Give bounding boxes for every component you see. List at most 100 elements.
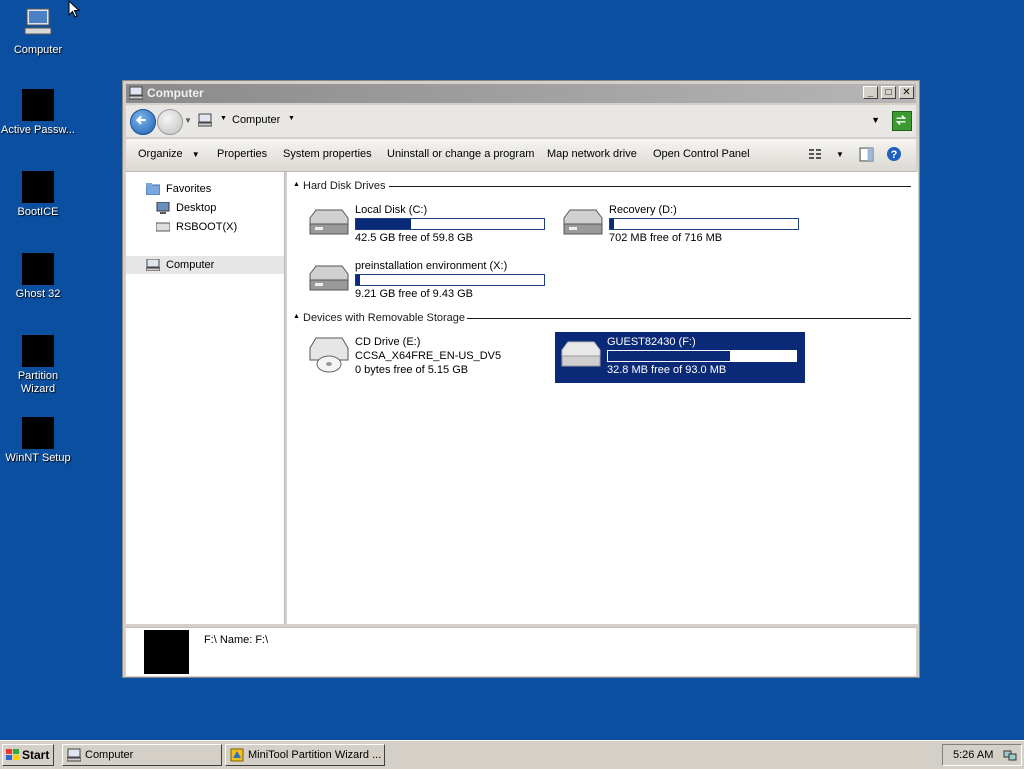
map-network-drive-button[interactable]: Map network drive — [547, 148, 637, 160]
desktop-icon-active-password[interactable]: Active Passw... — [0, 89, 76, 137]
network-icon[interactable] — [1003, 748, 1017, 762]
address-dropdown-icon[interactable]: ▼ — [871, 115, 880, 125]
drive-free-space: 32.8 MB free of 93.0 MB — [607, 364, 727, 376]
organize-label: Organize — [138, 148, 183, 160]
desktop-icon-label: BootICE — [17, 206, 59, 218]
chevron-down-icon: ▼ — [191, 150, 200, 159]
maximize-button[interactable]: □ — [881, 86, 896, 99]
drive-free-space: 702 MB free of 716 MB — [609, 232, 723, 244]
nav-label: Computer — [166, 259, 215, 271]
uninstall-button[interactable]: Uninstall or change a program — [387, 148, 534, 160]
back-button[interactable] — [130, 109, 156, 135]
drive-free-space: 0 bytes free of 5.15 GB — [355, 364, 469, 376]
view-dropdown-icon[interactable]: ▼ — [836, 150, 844, 159]
desktop-icon-computer[interactable]: Computer — [0, 6, 76, 57]
drive-thumbnail — [144, 630, 189, 674]
forward-button[interactable] — [157, 109, 183, 135]
app-icon — [22, 417, 54, 449]
drive-name: Recovery (D:) — [609, 204, 677, 216]
hard-drive-icon — [563, 209, 603, 235]
desktop-icon-label: WinNT Setup — [5, 452, 71, 464]
refresh-button[interactable] — [892, 111, 912, 131]
breadcrumb-chevron-icon[interactable]: ▼ — [220, 115, 227, 122]
history-dropdown-icon[interactable]: ▼ — [184, 116, 192, 125]
computer-icon — [129, 86, 143, 100]
app-icon — [22, 253, 54, 285]
drive-f-selected[interactable]: GUEST82430 (F:) 32.8 MB free of 93.0 MB — [555, 332, 805, 383]
nav-computer[interactable]: Computer — [126, 256, 284, 274]
desktop-icon-winnt-setup[interactable]: WinNT Setup — [0, 417, 76, 465]
clock[interactable]: 5:26 AM — [953, 745, 993, 765]
address-bar-row: ▼ ▼ Computer ▼ ▼ — [126, 105, 916, 137]
windows-flag-icon — [6, 749, 19, 760]
details-text: F:\ Name: F:\ — [204, 634, 269, 646]
properties-button[interactable]: Properties — [217, 148, 267, 160]
breadcrumb-computer[interactable]: Computer — [232, 114, 280, 126]
start-label: Start — [22, 748, 50, 762]
nav-favorites[interactable]: Favorites — [146, 180, 211, 198]
desktop-icon-label: Active Passw... — [1, 124, 75, 136]
usage-bar — [609, 218, 799, 230]
details-pane: F:\ Name: F:\ — [126, 627, 916, 676]
drive-icon — [156, 222, 170, 232]
arrow-left-icon — [135, 115, 146, 125]
computer-icon — [146, 259, 160, 272]
app-icon — [22, 89, 54, 121]
group-header-hard-disks[interactable]: Hard Disk Drives — [303, 180, 386, 192]
usage-bar — [355, 274, 545, 286]
start-button[interactable]: Start — [2, 744, 54, 766]
computer-icon — [24, 8, 52, 35]
group-header-removable[interactable]: Devices with Removable Storage — [303, 312, 465, 324]
preview-pane-icon[interactable] — [859, 147, 874, 162]
drive-x[interactable]: preinstallation environment (X:) 9.21 GB… — [303, 256, 553, 308]
drive-c[interactable]: Local Disk (C:) 42.5 GB free of 59.8 GB — [303, 200, 553, 252]
computer-icon — [67, 748, 81, 762]
organize-button[interactable]: Organize ▼ — [138, 148, 200, 160]
usage-bar-fill — [608, 351, 731, 361]
task-computer[interactable]: Computer — [62, 744, 222, 766]
drive-name: CD Drive (E:) — [355, 336, 421, 348]
address-field[interactable]: ▼ Computer ▼ ▼ — [194, 110, 886, 132]
usage-bar-fill — [356, 219, 411, 229]
navigation-pane: Favorites Desktop RSBOOT(X) Computer — [126, 172, 285, 624]
nav-label: Desktop — [176, 202, 217, 214]
taskbar: Start Computer MiniTool Partition Wizard… — [0, 740, 1024, 769]
close-button[interactable]: ✕ — [899, 86, 914, 99]
hard-drive-icon — [309, 265, 349, 291]
app-icon — [22, 335, 54, 367]
desktop-icon-bootice[interactable]: BootICE — [0, 171, 76, 219]
nav-rsboot[interactable]: RSBOOT(X) — [156, 218, 237, 236]
view-options-icon[interactable] — [808, 147, 822, 161]
computer-icon — [198, 113, 212, 127]
minimize-button[interactable]: _ — [863, 86, 878, 99]
breadcrumb-chevron-icon[interactable]: ▼ — [288, 115, 295, 122]
desktop-icon-partition-wizard[interactable]: Partition Wizard — [0, 335, 76, 396]
group-divider — [389, 186, 911, 187]
task-label: MiniTool Partition Wizard ... — [248, 749, 382, 761]
nav-label: Favorites — [166, 183, 212, 195]
usage-bar — [355, 218, 545, 230]
drive-name: GUEST82430 (F:) — [607, 336, 696, 348]
drive-e-cd[interactable]: CD Drive (E:) CCSA_X64FRE_EN-US_DV5 0 by… — [303, 332, 553, 384]
drive-free-space: 9.21 GB free of 9.43 GB — [355, 288, 474, 300]
cd-drive-icon — [309, 337, 349, 373]
desktop-icon-label: Ghost 32 — [15, 288, 61, 300]
system-properties-button[interactable]: System properties — [283, 148, 372, 160]
usage-bar — [607, 350, 797, 362]
task-label: Computer — [85, 749, 134, 761]
hard-drive-icon — [309, 209, 349, 235]
open-control-panel-button[interactable]: Open Control Panel — [653, 148, 750, 160]
desktop-icon-ghost32[interactable]: Ghost 32 — [0, 253, 76, 301]
usage-bar-fill — [356, 275, 360, 285]
title-bar[interactable]: Computer _ □ ✕ — [126, 84, 916, 103]
collapse-icon[interactable]: ▲ — [293, 181, 300, 188]
help-icon[interactable]: ? — [886, 146, 902, 162]
drive-d[interactable]: Recovery (D:) 702 MB free of 716 MB — [557, 200, 807, 252]
system-tray: 5:26 AM — [942, 744, 1022, 766]
nav-desktop[interactable]: Desktop — [156, 199, 216, 217]
nav-label: RSBOOT(X) — [176, 221, 238, 233]
drive-name: preinstallation environment (X:) — [355, 260, 508, 272]
task-minitool[interactable]: MiniTool Partition Wizard ... — [225, 744, 385, 766]
collapse-icon[interactable]: ▲ — [293, 313, 300, 320]
minitool-icon — [230, 748, 244, 762]
